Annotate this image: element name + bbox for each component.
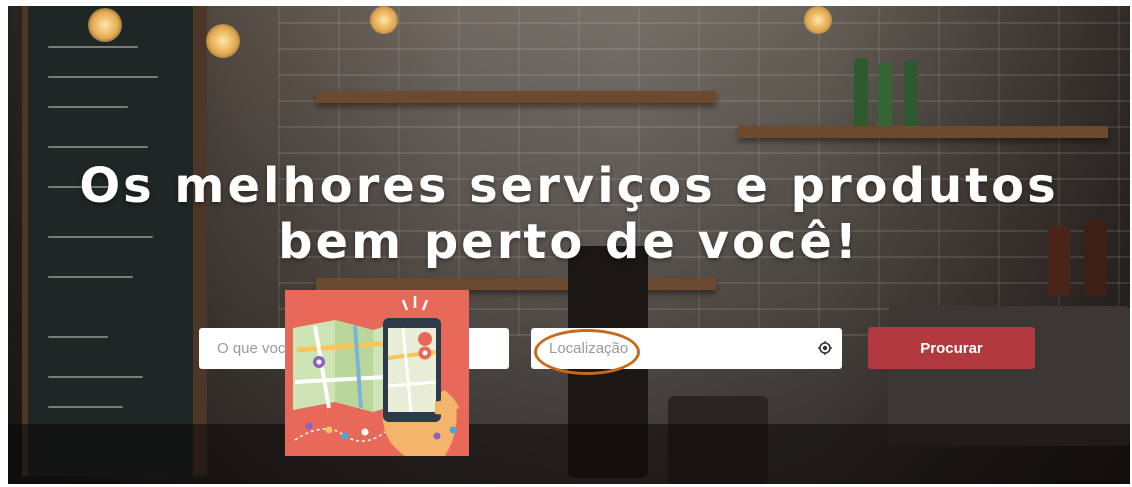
target-location-icon[interactable]: [818, 341, 832, 355]
search-location-field[interactable]: [531, 328, 842, 369]
light-bulb: [88, 8, 122, 42]
counter: [8, 424, 1130, 484]
search-location-input[interactable]: [547, 339, 806, 358]
bottle: [904, 60, 918, 126]
search-submit-button[interactable]: Procurar: [868, 327, 1035, 369]
bottle: [854, 58, 868, 126]
wall-shelf: [316, 91, 716, 103]
light-bulb: [206, 24, 240, 58]
light-bulb: [804, 6, 832, 34]
hero-title-line-2: bem perto de você!: [278, 214, 860, 270]
hero-title: Os melhores serviços e produtos bem pert…: [8, 158, 1130, 270]
hero-title-line-1: Os melhores serviços e produtos: [79, 158, 1059, 214]
wall-shelf: [738, 126, 1108, 138]
light-bulb: [370, 6, 398, 34]
map-phone-illustration: [285, 290, 469, 456]
wall-shelf: [316, 278, 716, 290]
hero-section: Os melhores serviços e produtos bem pert…: [8, 6, 1130, 484]
map-phone-icon: [293, 296, 459, 456]
bottle: [878, 62, 892, 126]
